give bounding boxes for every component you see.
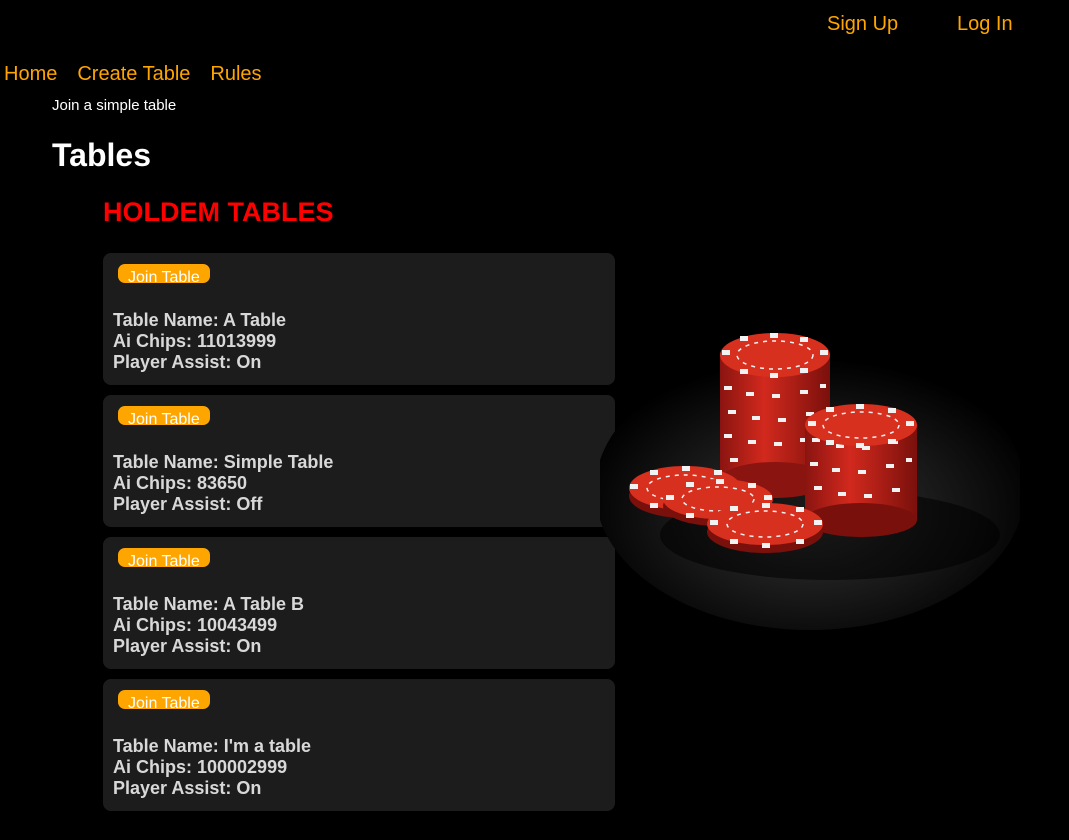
main-nav: Home Create Table Rules <box>4 63 282 86</box>
ai-chips: Ai Chips: 11013999 <box>113 331 277 351</box>
join-table-button[interactable]: Join Table <box>118 406 210 428</box>
player-assist: Player Assist: Off <box>113 494 263 514</box>
table-info: Table Name: A Table B Ai Chips: 10043499… <box>113 594 605 657</box>
table-name: Table Name: I'm a table <box>113 736 312 756</box>
table-card: Join Table Table Name: A Table B Ai Chip… <box>103 537 615 669</box>
table-list: Join Table Table Name: A Table Ai Chips:… <box>103 253 615 821</box>
log-in-link[interactable]: Log In <box>957 13 1013 36</box>
ai-chips: Ai Chips: 83650 <box>113 473 248 493</box>
player-assist: Player Assist: On <box>113 636 262 656</box>
join-table-button[interactable]: Join Table <box>118 264 210 286</box>
table-info: Table Name: Simple Table Ai Chips: 83650… <box>113 452 605 515</box>
poker-chips-image <box>600 333 1020 630</box>
table-info: Table Name: I'm a table Ai Chips: 100002… <box>113 736 605 799</box>
page: Sign Up Log In Home Create Table Rules J… <box>0 0 1069 840</box>
player-assist: Player Assist: On <box>113 778 262 798</box>
player-assist: Player Assist: On <box>113 352 262 372</box>
join-table-button[interactable]: Join Table <box>118 548 210 570</box>
page-subtitle: Join a simple table <box>52 97 177 114</box>
table-card: Join Table Table Name: Simple Table Ai C… <box>103 395 615 527</box>
join-table-button[interactable]: Join Table <box>118 690 210 712</box>
nav-rules-link[interactable]: Rules <box>210 63 261 86</box>
page-title: Tables <box>52 137 151 173</box>
sign-up-link[interactable]: Sign Up <box>827 13 898 36</box>
table-name: Table Name: Simple Table <box>113 452 334 472</box>
nav-create-table-link[interactable]: Create Table <box>77 63 190 86</box>
table-card: Join Table Table Name: I'm a table Ai Ch… <box>103 679 615 811</box>
table-name: Table Name: A Table <box>113 310 287 330</box>
ai-chips: Ai Chips: 100002999 <box>113 757 288 777</box>
chip-stack-right <box>805 404 917 537</box>
table-name: Table Name: A Table B <box>113 594 305 614</box>
section-title: HOLDEM TABLES <box>103 197 334 227</box>
ai-chips: Ai Chips: 10043499 <box>113 615 278 635</box>
table-info: Table Name: A Table Ai Chips: 11013999 P… <box>113 310 605 373</box>
nav-home-link[interactable]: Home <box>4 63 57 86</box>
table-card: Join Table Table Name: A Table Ai Chips:… <box>103 253 615 385</box>
